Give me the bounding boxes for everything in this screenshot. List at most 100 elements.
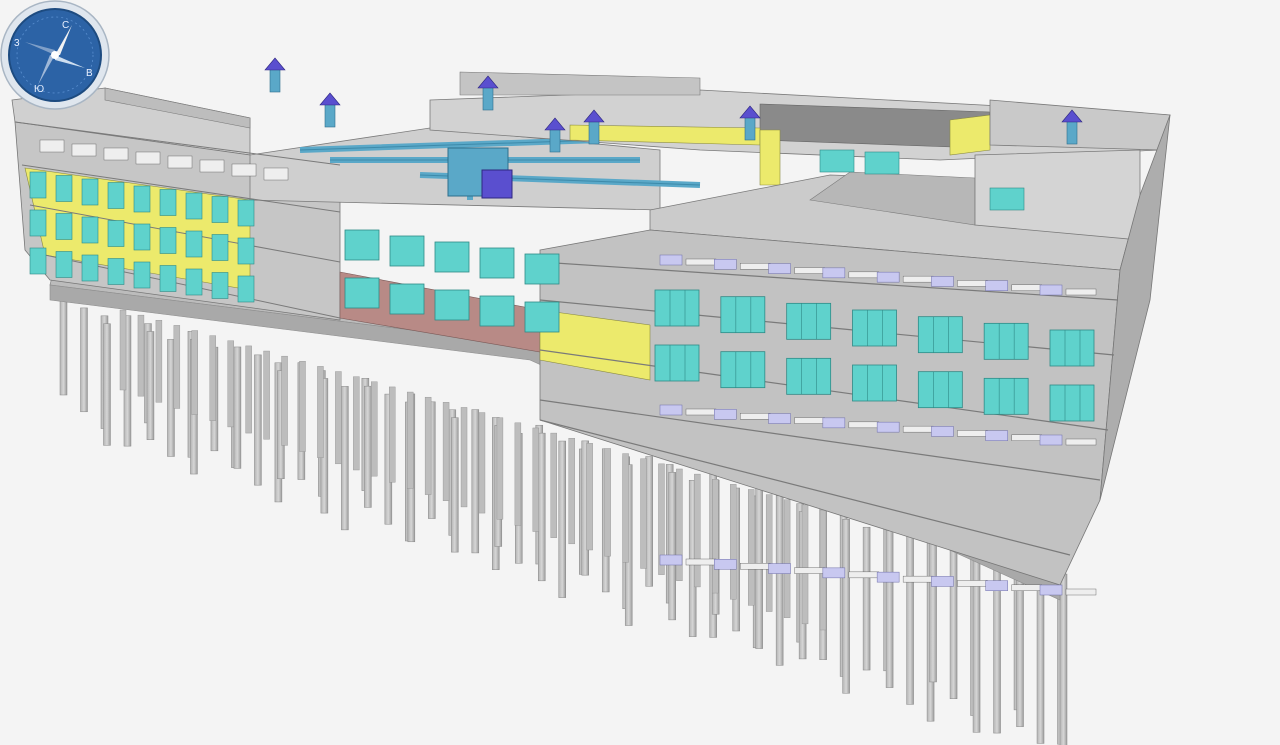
window (107, 258, 125, 285)
window (524, 301, 560, 333)
classroom-desk (985, 430, 1008, 441)
vent-stack (588, 119, 600, 145)
foundation-pile (906, 534, 914, 705)
foundation-pile (406, 391, 414, 489)
foundation-pile (281, 355, 288, 446)
window (159, 265, 177, 292)
foundation-pile (103, 323, 111, 446)
window (989, 187, 1025, 211)
foundation-pile (451, 417, 459, 553)
foundation-pile (442, 402, 450, 501)
classroom-desk (1039, 584, 1063, 596)
compass-letter-n: C (62, 20, 69, 31)
foundation-pile (783, 499, 791, 618)
building-model[interactable] (0, 0, 1280, 745)
classroom-desk (931, 276, 954, 287)
vent-stack (482, 85, 494, 111)
classroom-desk (794, 417, 825, 424)
window (389, 235, 425, 267)
classroom-desk (659, 254, 683, 266)
foundation-pile (335, 371, 342, 465)
foundation-pile (119, 309, 127, 391)
foundation-pile (538, 432, 546, 582)
foundation-pile (173, 325, 181, 409)
window (479, 295, 515, 327)
window (983, 377, 1029, 415)
foundation-pile (233, 346, 242, 469)
foundation-pile (1036, 573, 1045, 744)
foundation-pile (227, 340, 234, 428)
window (917, 371, 963, 409)
classroom-desk (876, 571, 900, 583)
classroom-desk (957, 280, 988, 287)
window (720, 296, 766, 334)
foundation-pile (424, 396, 432, 495)
window (237, 275, 255, 303)
window (344, 277, 380, 309)
classroom-desk (659, 404, 683, 416)
classroom-desk (768, 263, 791, 274)
classroom-desk (822, 567, 846, 579)
foundation-pile (245, 345, 252, 434)
vent-stack (324, 102, 336, 128)
foundation-pile (842, 519, 850, 694)
classroom-desk (1011, 434, 1042, 441)
window (107, 220, 125, 247)
classroom-desk (39, 139, 65, 153)
classroom-desk (714, 559, 737, 570)
classroom-desk (740, 563, 771, 570)
foundation-pile (604, 448, 611, 557)
window (524, 253, 560, 285)
window (917, 316, 963, 354)
window (819, 149, 855, 173)
window (864, 151, 900, 175)
window (434, 289, 470, 321)
view-compass-icon[interactable]: C B Ю 3 (0, 0, 110, 110)
foundation-pile (550, 432, 557, 538)
3d-model-viewport[interactable]: C B Ю 3 (0, 0, 1280, 745)
foundation-pile (640, 458, 647, 569)
foundation-pile (263, 350, 270, 440)
window (29, 171, 47, 199)
classroom-desk (902, 575, 934, 583)
window (55, 213, 73, 240)
vent-stack (1066, 119, 1078, 145)
foundation-pile (209, 335, 216, 421)
classroom-desk (902, 275, 934, 283)
classroom-desk (103, 147, 129, 161)
classroom-desk (263, 167, 289, 181)
window (29, 209, 47, 237)
window (81, 216, 99, 244)
window (852, 364, 897, 402)
classroom-desk (167, 155, 193, 169)
foundation-pile (712, 479, 719, 594)
window (211, 234, 229, 261)
window (29, 247, 47, 275)
window (81, 254, 99, 282)
window (654, 344, 700, 382)
vent-stack (269, 67, 281, 93)
window (434, 241, 470, 273)
vent-fan-cap (264, 57, 286, 71)
foundation-pile (694, 473, 701, 588)
classroom-desk (794, 567, 825, 574)
foundation-pile (586, 443, 593, 551)
foundation-pile (254, 354, 262, 486)
foundation-pile (478, 412, 486, 514)
vent-stack (549, 127, 561, 153)
foundation-pile (949, 542, 958, 699)
window (133, 185, 151, 213)
classroom-desk (1011, 284, 1042, 291)
foundation-pile (801, 504, 809, 625)
foundation-pile (341, 386, 349, 531)
foundation-pile (59, 299, 68, 396)
foundation-pile (993, 550, 1001, 734)
classroom-desk (71, 143, 97, 157)
classroom-desk (685, 408, 717, 416)
compass-letter-s: Ю (34, 84, 44, 95)
foundation-pile (765, 494, 773, 612)
foundation-pile (371, 381, 378, 477)
classroom-desk (768, 413, 791, 424)
foundation-pile (748, 489, 755, 606)
foundation-pile (137, 314, 145, 397)
